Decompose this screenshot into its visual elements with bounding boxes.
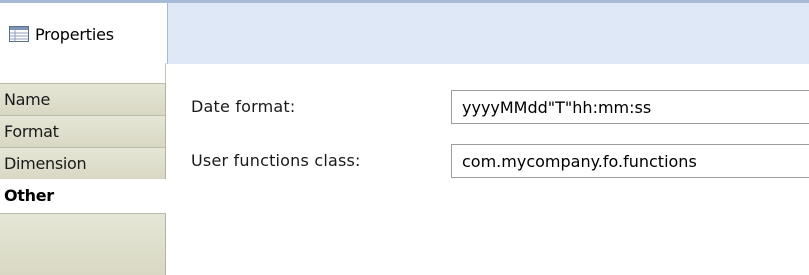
section-tab-dimension[interactable]: Dimension [0,147,166,180]
section-tab-list-filler [0,213,166,275]
section-tab-list-header [0,63,166,83]
tab-properties-label: Properties [35,25,114,44]
date-format-field[interactable] [451,90,809,124]
properties-view: Properties Name Format Dimension Other D… [0,0,809,275]
user-functions-class-field[interactable] [451,144,809,178]
view-tab-bar: Properties [0,0,809,64]
date-format-label: Date format: [191,97,296,116]
tab-properties[interactable]: Properties [0,3,168,64]
properties-table-icon [9,26,29,42]
user-functions-class-label: User functions class: [191,151,361,170]
section-tab-list: Name Format Dimension Other [0,63,166,275]
section-tab-name[interactable]: Name [0,83,166,116]
section-tab-format[interactable]: Format [0,115,166,148]
section-tab-other[interactable]: Other [0,179,166,212]
